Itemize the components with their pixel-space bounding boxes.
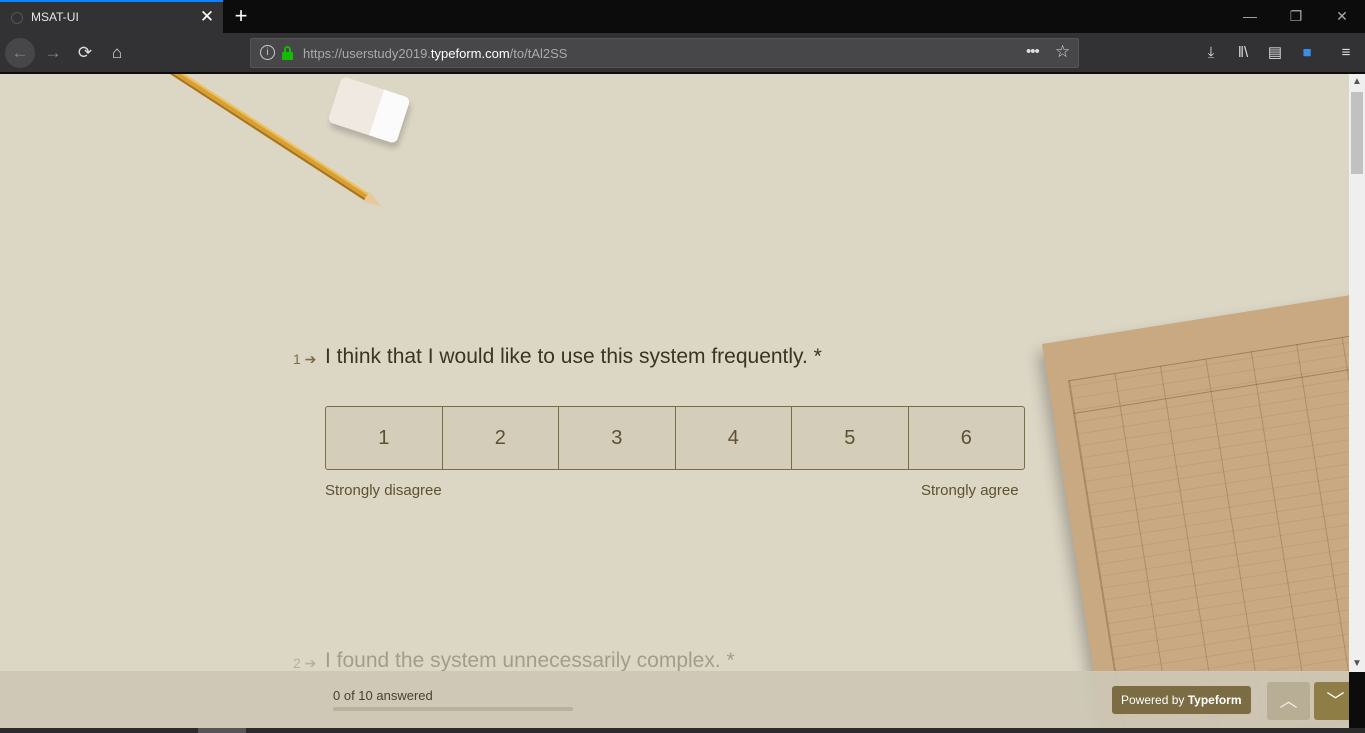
scrollbar-thumb[interactable] (1351, 92, 1363, 174)
reload-icon[interactable]: ⟳ (70, 38, 100, 68)
close-window-icon[interactable]: ✕ (1319, 4, 1365, 28)
tab-bar: MSAT-UI ✕ + — ❐ ✕ (0, 0, 1365, 33)
close-tab-icon[interactable]: ✕ (198, 6, 216, 28)
sidebar-icon[interactable]: ▤ (1260, 38, 1290, 68)
navigation-toolbar: ← → ⟳ ⌂ i https://userstudy2019.typeform… (0, 33, 1365, 73)
question-text: I found the system unnecessarily complex… (325, 649, 735, 672)
question-text: I think that I would like to use this sy… (325, 345, 822, 368)
notebook-decoration (1042, 292, 1349, 733)
library-icon[interactable]: ‖\ (1228, 38, 1258, 68)
powered-by-typeform-link[interactable]: Powered by Typeform (1112, 686, 1251, 714)
forward-icon[interactable]: → (38, 38, 68, 68)
minimize-icon[interactable]: — (1227, 4, 1273, 28)
typeform-page: 1 ➔ I think that I would like to use thi… (0, 74, 1349, 733)
restore-icon[interactable]: ❐ (1273, 4, 1319, 28)
progress-text: 0 of 10 answered (333, 688, 433, 703)
scale-option-2[interactable]: 2 (443, 407, 559, 469)
scale-option-5[interactable]: 5 (792, 407, 909, 469)
menu-icon[interactable]: ≡ (1331, 38, 1361, 68)
tab-title: MSAT-UI (31, 10, 79, 24)
bottom-strip (0, 728, 1365, 733)
previous-question-button[interactable]: ︿ (1267, 682, 1310, 720)
home-icon[interactable]: ⌂ (102, 38, 132, 68)
new-tab-button[interactable]: + (229, 3, 253, 29)
question-number: 2 ➔ (293, 655, 317, 671)
scale-option-1[interactable]: 1 (326, 407, 443, 469)
url-text[interactable]: https://userstudy2019.typeform.com/to/tA… (303, 46, 567, 61)
page-actions-icon[interactable]: ••• (1026, 43, 1040, 60)
question-number: 1 ➔ (293, 351, 317, 367)
address-bar[interactable]: i https://userstudy2019.typeform.com/to/… (250, 38, 1079, 68)
bookmark-star-icon[interactable]: ☆ (1055, 42, 1070, 62)
tab-msat-ui[interactable]: MSAT-UI ✕ (0, 0, 223, 33)
favicon-icon (11, 12, 23, 24)
page-scrollbar[interactable]: ▲ ▼ (1349, 74, 1365, 672)
back-icon[interactable]: ← (5, 38, 35, 68)
scale-left-label: Strongly disagree (325, 482, 442, 499)
next-question-button[interactable]: ﹀ (1314, 682, 1349, 720)
progress-bar (333, 707, 573, 711)
eraser-decoration (327, 76, 411, 144)
scroll-down-icon[interactable]: ▼ (1349, 656, 1365, 672)
opinion-scale: 1 2 3 4 5 6 (325, 406, 1025, 470)
scroll-up-icon[interactable]: ▲ (1349, 74, 1365, 90)
scale-right-label: Strongly agree (921, 482, 1019, 499)
scale-option-6[interactable]: 6 (909, 407, 1025, 469)
lock-icon[interactable] (282, 46, 293, 60)
downloads-icon[interactable]: ⤓ (1196, 38, 1226, 68)
scale-option-4[interactable]: 4 (676, 407, 792, 469)
form-footer: 0 of 10 answered Powered by Typeform ︿ ﹀ (0, 671, 1349, 733)
extension-icon[interactable]: ■ (1292, 38, 1322, 68)
scale-option-3[interactable]: 3 (559, 407, 676, 469)
site-info-icon[interactable]: i (260, 45, 275, 60)
